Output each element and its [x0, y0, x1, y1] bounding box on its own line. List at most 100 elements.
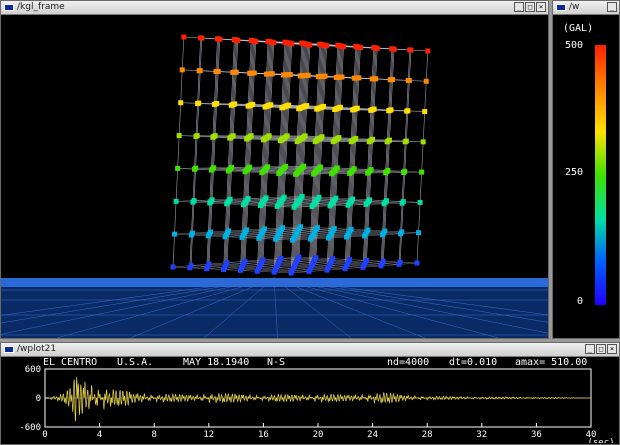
frame-node	[280, 72, 286, 78]
frame-node	[294, 139, 300, 145]
frame-node	[417, 199, 423, 205]
frame-node	[309, 204, 315, 210]
x-tick-label: 12	[203, 430, 214, 440]
frame-node	[176, 133, 182, 139]
maximize-button[interactable]: □	[525, 2, 535, 12]
frame-node	[207, 200, 213, 206]
frame-node	[265, 38, 271, 44]
frame-node	[170, 264, 176, 270]
frame-node	[344, 234, 350, 240]
frame-node	[369, 76, 375, 82]
frame-node	[384, 139, 390, 145]
frame-node	[239, 235, 245, 241]
frame-node	[332, 107, 338, 113]
frame-window-titlebar[interactable]: /kgl_frame _ □ ×	[1, 1, 548, 15]
x-tick-label: 28	[422, 430, 433, 440]
frame-node	[248, 37, 254, 43]
x-tick-label: 32	[476, 430, 487, 440]
frame-node	[299, 40, 305, 46]
close-button[interactable]: ×	[607, 344, 617, 354]
frame-window-title: /kgl_frame	[17, 2, 65, 12]
minimize-button[interactable]: _	[585, 344, 595, 354]
minimize-button[interactable]: _	[514, 2, 524, 12]
frame-node	[387, 77, 393, 83]
frame-node	[276, 171, 282, 177]
frame-node	[222, 234, 228, 240]
frame-node	[179, 67, 185, 73]
frame-node	[414, 260, 420, 266]
frame-node	[365, 170, 371, 176]
frame-node	[353, 43, 359, 49]
plot-content: EL CENTRO U.S.A. MAY 18.1940 N-S nd=4000…	[1, 357, 619, 444]
ground-plane	[1, 277, 548, 338]
frame-node	[274, 203, 280, 209]
frame-node	[407, 47, 413, 53]
frame-3d-viewport[interactable]	[1, 15, 548, 338]
frame-node	[315, 74, 321, 80]
frame-node	[227, 135, 233, 141]
frame-node	[282, 39, 288, 45]
frame-node	[178, 100, 184, 106]
frame-node	[175, 165, 181, 171]
scale-max-label: 500	[565, 40, 584, 51]
accelerogram-chart: 6000-6000 4 8 12 16 20 24 28 32 36 40(sec)	[19, 365, 614, 443]
frame-node	[257, 203, 263, 209]
frame-node	[215, 36, 221, 42]
plot-window-titlebar[interactable]: /wplot21 _ □ ×	[1, 343, 619, 357]
frame-node	[204, 266, 210, 272]
window-app-icon	[4, 4, 14, 11]
frame-node	[181, 34, 187, 40]
frame-node	[314, 106, 320, 112]
scale-min-label: 0	[577, 296, 584, 307]
frame-node	[404, 108, 410, 114]
frame-node	[312, 139, 318, 145]
frame-3d-scene	[1, 15, 548, 338]
x-tick-label: 4	[97, 430, 102, 440]
frame-node	[419, 169, 425, 175]
minimize-button[interactable]: _	[607, 2, 617, 12]
frame-node	[228, 102, 234, 108]
frame-node	[368, 107, 374, 113]
frame-node	[230, 69, 236, 75]
frame-node	[423, 78, 429, 84]
frame-node	[224, 201, 230, 207]
frame-node	[210, 134, 216, 140]
scale-unit-label: (GAL)	[563, 23, 594, 34]
frame-node	[277, 138, 283, 144]
frame-node	[350, 107, 356, 113]
frame-node	[279, 105, 285, 111]
frame-node	[259, 170, 265, 176]
frame-node	[342, 266, 348, 272]
color-scale-bar	[595, 45, 606, 305]
acceleration-trace	[45, 377, 591, 422]
frame-node	[241, 202, 247, 208]
frame-node	[247, 70, 253, 76]
x-tick-label: 16	[258, 430, 269, 440]
frame-node	[237, 267, 243, 273]
frame-node	[190, 199, 196, 205]
frame-window: /kgl_frame _ □ ×	[0, 0, 549, 339]
frame-node	[398, 231, 404, 237]
frame-node	[327, 203, 333, 209]
frame-node	[198, 35, 204, 41]
frame-node	[291, 204, 297, 210]
frame-node	[193, 133, 199, 139]
x-unit-label: (sec)	[587, 438, 614, 443]
close-button[interactable]: ×	[536, 2, 546, 12]
frame-node	[242, 169, 248, 175]
frame-node	[333, 74, 339, 80]
window-app-icon	[556, 4, 566, 11]
frame-node	[195, 101, 201, 107]
frame-node	[256, 235, 262, 241]
scale-window: /w _ (GAL) 500 250 0	[552, 0, 620, 339]
maximize-button[interactable]: □	[596, 344, 606, 354]
frame-node	[363, 202, 369, 208]
frame-node	[225, 168, 231, 174]
frame-node	[326, 235, 332, 241]
scale-window-titlebar[interactable]: /w _	[553, 1, 619, 15]
y-tick-label: -600	[19, 423, 41, 433]
frame-node	[347, 170, 353, 176]
frame-node	[288, 270, 294, 276]
scale-content: (GAL) 500 250 0	[553, 15, 619, 338]
frame-node	[416, 230, 422, 236]
